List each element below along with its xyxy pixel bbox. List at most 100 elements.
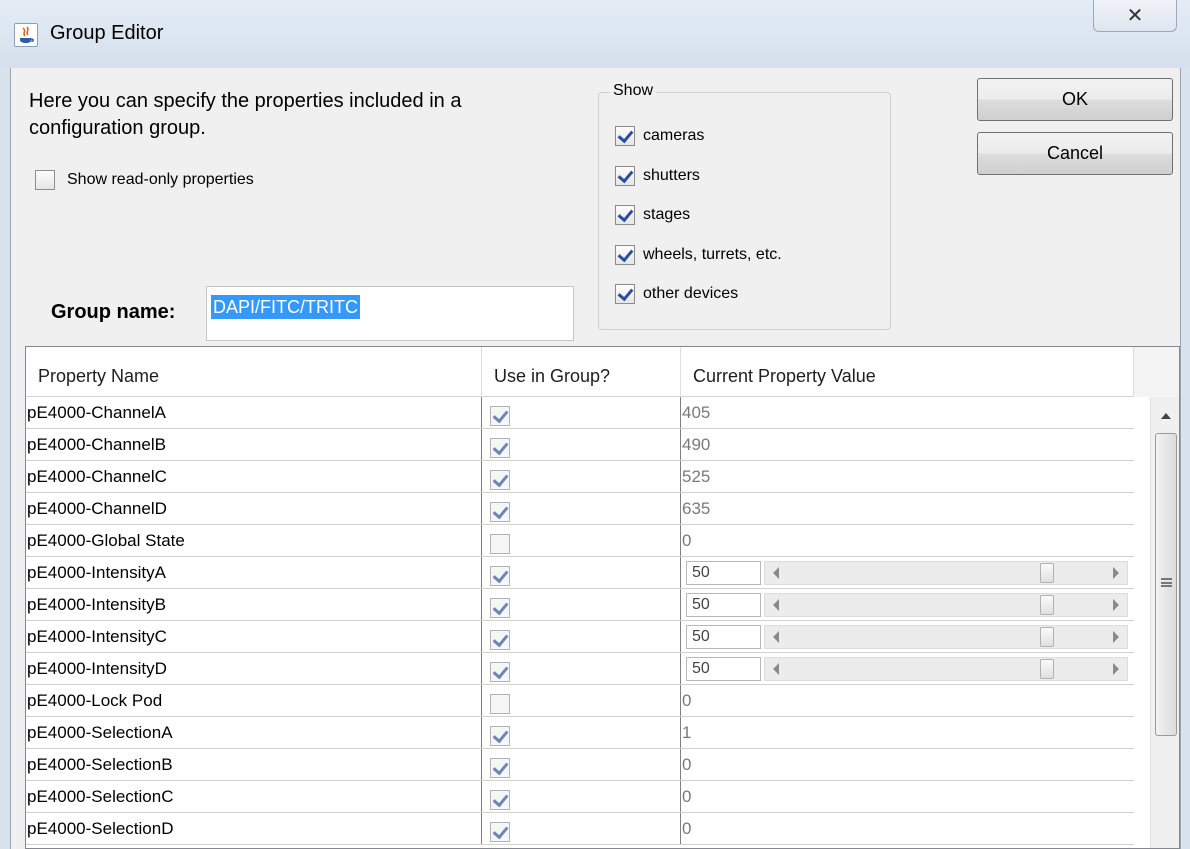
property-value-cell[interactable]: 1	[681, 717, 1134, 748]
property-name-cell: pE4000-IntensityC	[26, 621, 482, 652]
table-row[interactable]: pE4000-IntensityD 50	[26, 653, 1134, 685]
show-stages-checkbox[interactable]	[615, 205, 635, 225]
slider-right-arrow-icon[interactable]	[1113, 663, 1119, 675]
show-shutters-label: shutters	[643, 167, 700, 184]
table-row[interactable]: pE4000-ChannelA 405	[26, 397, 1134, 429]
table-row[interactable]: pE4000-ChannelC 525	[26, 461, 1134, 493]
show-other-devices-option[interactable]: other devices	[615, 284, 738, 304]
table-row[interactable]: pE4000-SelectionA 1	[26, 717, 1134, 749]
property-value-cell[interactable]: 635	[681, 493, 1134, 524]
table-row[interactable]: pE4000-SelectionD 0	[26, 813, 1134, 845]
property-name-cell: pE4000-SelectionD	[26, 813, 482, 844]
intensity-value-input[interactable]: 50	[686, 593, 761, 617]
intensity-slider[interactable]	[764, 561, 1128, 585]
use-in-group-checkbox[interactable]	[490, 533, 510, 554]
property-name-cell: pE4000-Global State	[26, 525, 482, 556]
intensity-slider[interactable]	[764, 593, 1128, 617]
use-in-group-checkbox[interactable]	[490, 437, 510, 458]
use-in-group-cell	[482, 621, 681, 652]
value-slider-cell: 50	[681, 589, 1134, 620]
use-in-group-checkbox[interactable]	[490, 821, 510, 842]
use-in-group-checkbox[interactable]	[490, 693, 510, 714]
slider-right-arrow-icon[interactable]	[1113, 599, 1119, 611]
slider-left-arrow-icon[interactable]	[773, 567, 779, 579]
property-name-cell: pE4000-IntensityD	[26, 653, 482, 684]
show-shutters-option[interactable]: shutters	[615, 166, 700, 186]
use-in-group-checkbox[interactable]	[490, 725, 510, 746]
group-name-label: Group name:	[51, 301, 176, 323]
use-in-group-checkbox[interactable]	[490, 501, 510, 522]
show-cameras-checkbox[interactable]	[615, 126, 635, 146]
intensity-slider[interactable]	[764, 657, 1128, 681]
show-readonly-option[interactable]: Show read-only properties	[35, 170, 254, 190]
group-name-input[interactable]: DAPI/FITC/TRITC	[206, 286, 574, 341]
value-slider-cell: 50	[681, 621, 1134, 652]
table-row[interactable]: pE4000-IntensityB 50	[26, 589, 1134, 621]
show-shutters-checkbox[interactable]	[615, 166, 635, 186]
table-row[interactable]: pE4000-ChannelB 490	[26, 429, 1134, 461]
slider-thumb[interactable]	[1040, 563, 1054, 583]
show-wheels-checkbox[interactable]	[615, 245, 635, 265]
scrollbar-thumb[interactable]	[1155, 433, 1177, 736]
scroll-up-icon[interactable]	[1161, 413, 1171, 419]
slider-left-arrow-icon[interactable]	[773, 599, 779, 611]
table-row[interactable]: pE4000-ChannelD 635	[26, 493, 1134, 525]
slider-thumb[interactable]	[1040, 627, 1054, 647]
cancel-button[interactable]: Cancel	[977, 132, 1173, 175]
slider-left-arrow-icon[interactable]	[773, 663, 779, 675]
slider-left-arrow-icon[interactable]	[773, 631, 779, 643]
slider-right-arrow-icon[interactable]	[1113, 567, 1119, 579]
property-name-cell: pE4000-SelectionB	[26, 749, 482, 780]
ok-button[interactable]: OK	[977, 78, 1173, 121]
window-title: Group Editor	[50, 22, 164, 44]
show-stages-option[interactable]: stages	[615, 205, 690, 225]
table-header: Property Name Use in Group? Current Prop…	[26, 347, 1179, 397]
table-row[interactable]: pE4000-SelectionC 0	[26, 781, 1134, 813]
intensity-slider[interactable]	[764, 625, 1128, 649]
use-in-group-cell	[482, 685, 681, 716]
property-value-cell[interactable]: 0	[681, 781, 1134, 812]
table-row[interactable]: pE4000-IntensityC 50	[26, 621, 1134, 653]
property-value-cell[interactable]: 0	[681, 749, 1134, 780]
property-value-cell[interactable]: 0	[681, 685, 1134, 716]
show-readonly-checkbox[interactable]	[35, 170, 55, 190]
use-in-group-checkbox[interactable]	[490, 629, 510, 650]
use-in-group-checkbox[interactable]	[490, 757, 510, 778]
use-in-group-checkbox[interactable]	[490, 661, 510, 682]
property-value-cell[interactable]: 0	[681, 525, 1134, 556]
intensity-value-input[interactable]: 50	[686, 561, 761, 585]
property-name-cell: pE4000-ChannelC	[26, 461, 482, 492]
property-value-cell[interactable]: 0	[681, 813, 1134, 844]
column-header-current-value[interactable]: Current Property Value	[681, 347, 1134, 397]
property-name-cell: pE4000-Lock Pod	[26, 685, 482, 716]
use-in-group-checkbox[interactable]	[490, 565, 510, 586]
close-button[interactable]: ✕	[1093, 0, 1177, 32]
java-app-icon	[14, 23, 38, 47]
slider-right-arrow-icon[interactable]	[1113, 631, 1119, 643]
table-row[interactable]: pE4000-IntensityA 50	[26, 557, 1134, 589]
column-header-use-in-group[interactable]: Use in Group?	[482, 347, 681, 397]
use-in-group-checkbox[interactable]	[490, 789, 510, 810]
property-value-cell[interactable]: 525	[681, 461, 1134, 492]
use-in-group-cell	[482, 781, 681, 812]
property-value-cell[interactable]: 405	[681, 397, 1134, 428]
title-bar[interactable]: Group Editor ✕	[0, 0, 1190, 68]
table-row[interactable]: pE4000-Lock Pod 0	[26, 685, 1134, 717]
use-in-group-checkbox[interactable]	[490, 405, 510, 426]
property-value-cell[interactable]: 490	[681, 429, 1134, 460]
show-wheels-option[interactable]: wheels, turrets, etc.	[615, 245, 782, 265]
intensity-value-input[interactable]: 50	[686, 625, 761, 649]
show-cameras-option[interactable]: cameras	[615, 126, 704, 146]
column-header-property-name[interactable]: Property Name	[26, 347, 482, 397]
dialog-content: Here you can specify the properties incl…	[11, 68, 1180, 849]
table-row[interactable]: pE4000-Global State 0	[26, 525, 1134, 557]
vertical-scrollbar[interactable]	[1150, 397, 1179, 848]
use-in-group-checkbox[interactable]	[490, 597, 510, 618]
intensity-value-input[interactable]: 50	[686, 657, 761, 681]
property-name-cell: pE4000-ChannelB	[26, 429, 482, 460]
slider-thumb[interactable]	[1040, 595, 1054, 615]
table-row[interactable]: pE4000-SelectionB 0	[26, 749, 1134, 781]
use-in-group-checkbox[interactable]	[490, 469, 510, 490]
slider-thumb[interactable]	[1040, 659, 1054, 679]
show-other-devices-checkbox[interactable]	[615, 284, 635, 304]
